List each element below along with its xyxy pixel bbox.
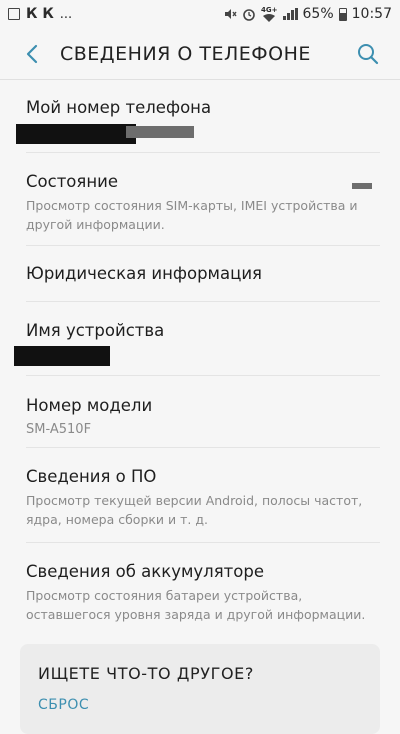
chevron-left-icon[interactable] <box>18 40 46 68</box>
battery-icon <box>338 7 347 21</box>
list-item-legal-info[interactable]: Юридическая информация <box>26 246 380 302</box>
wifi-icon: 4G+ <box>261 6 278 22</box>
battery-percent: 65% <box>302 6 334 22</box>
item-title: Юридическая информация <box>26 264 262 283</box>
redaction-mark <box>352 183 372 189</box>
item-title: Сведения об аккумуляторе <box>26 562 264 581</box>
list-item-model-number[interactable]: Номер модели SM-A510F <box>26 376 380 448</box>
list-item-battery-info[interactable]: Сведения об аккумуляторе Просмотр состоя… <box>26 543 380 639</box>
item-subtitle: Просмотр состояния батареи устройства, о… <box>26 588 366 622</box>
alarm-icon <box>243 9 255 21</box>
item-title: Имя устройства <box>26 321 165 340</box>
status-bar: К К ... 4G+ 65% 10:57 <box>0 0 400 28</box>
notification-dots: ... <box>59 6 73 22</box>
signal-icon <box>282 8 298 20</box>
reset-link[interactable]: СБРОС <box>38 697 362 713</box>
search-icon[interactable] <box>352 38 384 70</box>
item-title: Номер модели <box>26 396 153 415</box>
carrier-letters: К К <box>26 6 54 22</box>
app-bar: СВЕДЕНИЯ О ТЕЛЕФОНЕ <box>0 28 400 80</box>
status-right: 4G+ 65% 10:57 <box>223 6 392 22</box>
suggestion-card: ИЩЕТЕ ЧТО-ТО ДРУГОЕ? СБРОС <box>20 644 380 734</box>
list-item-status[interactable]: Состояние Просмотр состояния SIM-карты, … <box>26 153 380 246</box>
item-subtitle: Просмотр текущей версии Android, полосы … <box>26 493 363 527</box>
redaction-mark <box>126 126 194 138</box>
item-title: Мой номер телефона <box>26 98 212 117</box>
item-subtitle: Просмотр состояния SIM-карты, IMEI устро… <box>26 198 358 232</box>
model-number-value: SM-A510F <box>26 422 92 437</box>
redaction-mark <box>16 124 136 144</box>
list-item-my-phone-number[interactable]: Мой номер телефона <box>16 80 380 153</box>
redaction-mark <box>14 346 110 366</box>
item-title: Состояние <box>26 172 118 191</box>
clock: 10:57 <box>351 6 392 22</box>
list-item-device-name[interactable]: Имя устройства <box>14 302 380 376</box>
image-icon <box>8 8 20 20</box>
network-type: 4G+ <box>261 6 278 14</box>
settings-list: Мой номер телефона Состояние Просмотр со… <box>0 80 400 639</box>
mute-icon <box>225 9 237 19</box>
card-title: ИЩЕТЕ ЧТО-ТО ДРУГОЕ? <box>38 664 254 683</box>
status-left: К К ... <box>8 6 72 22</box>
page-title: СВЕДЕНИЯ О ТЕЛЕФОНЕ <box>60 42 311 65</box>
list-item-software-info[interactable]: Сведения о ПО Просмотр текущей версии An… <box>26 448 380 543</box>
item-title: Сведения о ПО <box>26 467 157 486</box>
